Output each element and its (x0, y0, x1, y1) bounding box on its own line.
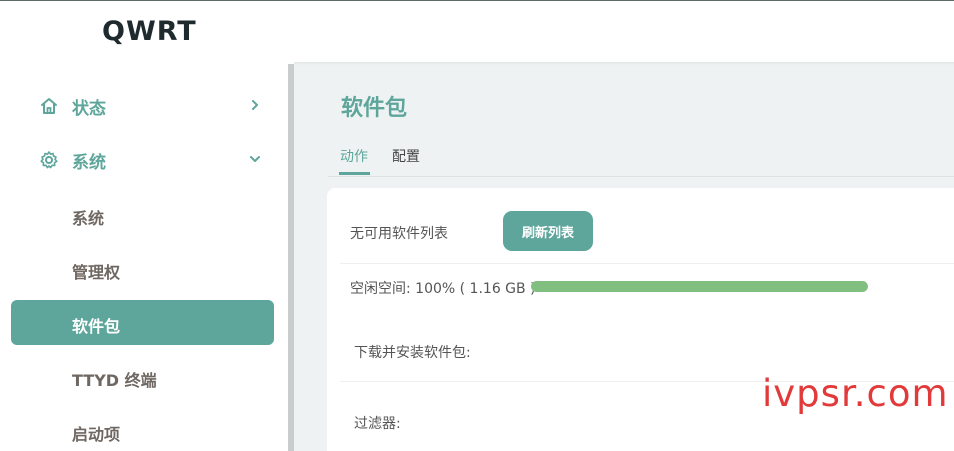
filter-label: 过滤器: (354, 416, 401, 432)
sidebar-group-status[interactable]: 状态 (38, 92, 274, 120)
watermark: ivpsr.com (762, 372, 949, 415)
sidebar-group-label: 状态 (72, 98, 106, 119)
tab-divider (328, 176, 954, 177)
sidebar-group-system[interactable]: 系统 (38, 146, 274, 174)
header-shadow (294, 62, 954, 65)
chevron-right-icon (248, 97, 262, 111)
sidebar-item-system[interactable]: 系统 (72, 205, 104, 229)
chevron-down-icon (248, 151, 262, 165)
section-divider (340, 263, 954, 264)
sidebar-item-ttyd[interactable]: TTYD 终端 (72, 367, 157, 391)
sidebar-item-label: 软件包 (72, 317, 121, 336)
sidebar-item-software[interactable]: 软件包 (11, 300, 274, 345)
page-title: 软件包 (341, 96, 408, 121)
top-border (0, 0, 954, 1)
tab-actions[interactable]: 动作 (340, 146, 368, 166)
download-install-label: 下载并安装软件包: (354, 345, 471, 361)
home-icon (38, 95, 60, 117)
free-space-progress-fill (531, 281, 868, 292)
sidebar-group-label: 系统 (72, 152, 106, 173)
refresh-list-button[interactable]: 刷新列表 (503, 211, 593, 251)
no-package-list-label: 无可用软件列表 (350, 226, 448, 242)
tab-configuration[interactable]: 配置 (392, 146, 420, 166)
free-space-progress-bar (531, 281, 868, 292)
brand-logo[interactable]: QWRT (102, 16, 197, 47)
sidebar-item-admin[interactable]: 管理权 (72, 259, 120, 283)
sidebar (0, 64, 290, 451)
active-tab-indicator (339, 172, 370, 175)
free-space-label: 空闲空间: 100% ( 1.16 GB ) (350, 281, 536, 297)
sidebar-item-startup[interactable]: 启动项 (72, 421, 120, 445)
gear-icon (38, 149, 60, 171)
